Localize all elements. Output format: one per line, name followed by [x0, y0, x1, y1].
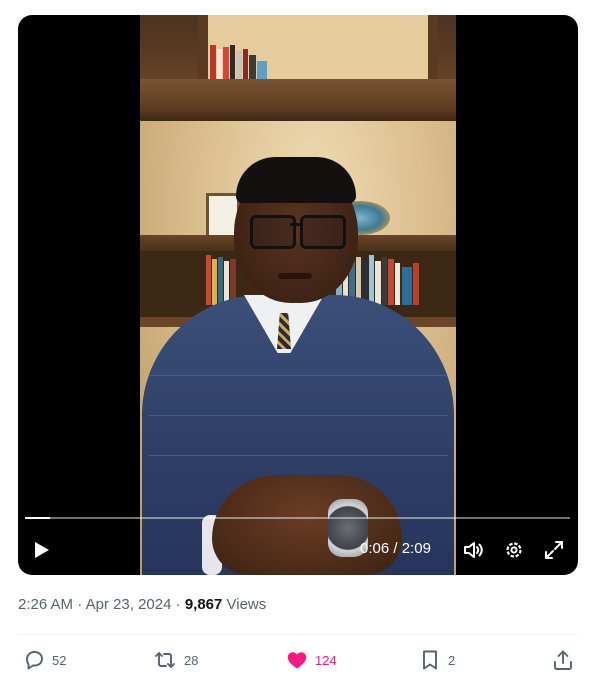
glasses-lens: [300, 215, 346, 249]
post-date[interactable]: Apr 23, 2024: [86, 596, 172, 613]
sweater-stripe: [148, 455, 448, 456]
volume-icon: [464, 542, 483, 558]
fullscreen-icon: [545, 541, 563, 559]
reply-button[interactable]: 52: [22, 645, 66, 675]
play-icon: [35, 542, 49, 558]
duration: 2:09: [401, 540, 431, 557]
book: [206, 255, 211, 305]
person-hair: [236, 157, 356, 203]
book: [402, 267, 412, 305]
settings-gear-icon: [506, 542, 522, 558]
repost-button[interactable]: 28: [152, 645, 198, 675]
book: [212, 259, 217, 305]
play-button[interactable]: [28, 535, 56, 565]
fullscreen-button[interactable]: [540, 535, 568, 565]
views-label: Views: [222, 596, 267, 613]
progress-fill: [25, 517, 50, 519]
sweater-stripe: [148, 375, 448, 376]
progress-bar[interactable]: [25, 517, 570, 519]
book: [257, 61, 267, 79]
reply-icon: [26, 651, 43, 670]
like-count: 124: [315, 652, 337, 668]
video-player[interactable]: 0:06 / 2:09: [18, 15, 578, 575]
separator-dot: ·: [171, 596, 185, 613]
book: [223, 47, 229, 79]
settings-button[interactable]: [500, 535, 528, 565]
separator-dot: ·: [73, 596, 86, 613]
action-bar: 52 28 124 2: [0, 645, 595, 675]
sweater-stripe: [148, 415, 448, 416]
repost-icon: [155, 652, 175, 668]
post-time[interactable]: 2:26 AM: [18, 596, 73, 613]
book: [382, 257, 387, 305]
video-time: 0:06 / 2:09: [360, 540, 431, 557]
share-button[interactable]: [551, 645, 575, 675]
volume-button[interactable]: [460, 535, 488, 565]
bookmark-icon: [423, 650, 437, 670]
reply-count: 52: [52, 652, 67, 668]
bookmark-count: 2: [448, 652, 456, 668]
book: [413, 263, 419, 305]
book: [369, 255, 374, 305]
glasses-lens: [250, 215, 296, 249]
shelf-board: [140, 79, 456, 121]
glasses-bridge: [290, 223, 300, 226]
share-icon: [554, 650, 572, 670]
current-time: 0:06: [360, 540, 390, 557]
book: [210, 45, 216, 79]
book: [395, 263, 400, 305]
views-count: 9,867: [184, 596, 223, 613]
repost-count: 28: [184, 652, 199, 668]
book: [388, 259, 394, 305]
time-separator: /: [389, 540, 402, 557]
book: [243, 49, 248, 79]
book: [218, 257, 223, 305]
post-metadata: 2:26 AM · Apr 23, 2024 · 9,867 Views: [18, 596, 266, 613]
bookmark-button[interactable]: 2: [418, 645, 455, 675]
video-frame[interactable]: [140, 15, 456, 575]
book: [224, 261, 229, 305]
book: [236, 51, 242, 79]
book: [230, 45, 235, 79]
book: [217, 49, 222, 79]
book: [375, 261, 381, 305]
like-button[interactable]: 124: [285, 645, 337, 675]
heart-icon: [287, 652, 307, 669]
video-controls: 0:06 / 2:09: [18, 535, 578, 565]
person-mouth: [278, 273, 312, 279]
divider: [18, 634, 578, 635]
book: [249, 55, 256, 79]
